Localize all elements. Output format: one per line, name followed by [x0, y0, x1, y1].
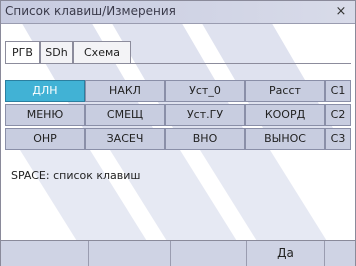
key-koord[interactable]: КООРД: [245, 104, 325, 126]
key-dln[interactable]: ДЛН: [5, 80, 85, 102]
key-ust0[interactable]: Уст_0: [165, 80, 245, 102]
key-c2[interactable]: C2: [325, 104, 351, 126]
close-icon[interactable]: ×: [333, 3, 349, 20]
softkey-3[interactable]: [171, 241, 247, 266]
key-rasst[interactable]: Расст: [245, 80, 325, 102]
tab-rgb[interactable]: РГВ: [5, 41, 40, 64]
key-smesch[interactable]: СМЕЩ: [85, 104, 165, 126]
window-title: Список клавиш/Измерения: [5, 4, 176, 18]
key-list-window: Список клавиш/Измерения × РГВ SDh Схема …: [0, 0, 356, 266]
softkey-1[interactable]: [1, 241, 89, 266]
softkey-yes[interactable]: Да: [247, 241, 325, 266]
key-onr[interactable]: ОНР: [5, 128, 85, 150]
key-c1[interactable]: C1: [325, 80, 351, 102]
status-hint: SPACE: список клавиш: [11, 169, 141, 182]
softkey-bar: Да: [1, 240, 355, 266]
title-bar: Список клавиш/Измерения ×: [1, 1, 355, 24]
tab-sdh[interactable]: SDh: [40, 41, 73, 63]
key-vno[interactable]: ВНО: [165, 128, 245, 150]
tab-schema[interactable]: Схема: [73, 41, 131, 63]
key-c3[interactable]: C3: [325, 128, 351, 150]
softkey-2[interactable]: [89, 241, 171, 266]
softkey-5[interactable]: [325, 241, 355, 266]
key-zasech[interactable]: ЗАСЕЧ: [85, 128, 165, 150]
key-vynos[interactable]: ВЫНОС: [245, 128, 325, 150]
key-nakl[interactable]: НАКЛ: [85, 80, 165, 102]
tab-panel: ДЛН НАКЛ Уст_0 Расст C1 МЕНЮ СМЕЩ Уст.ГУ…: [5, 63, 351, 240]
key-ust-gu[interactable]: Уст.ГУ: [165, 104, 245, 126]
key-menu[interactable]: МЕНЮ: [5, 104, 85, 126]
